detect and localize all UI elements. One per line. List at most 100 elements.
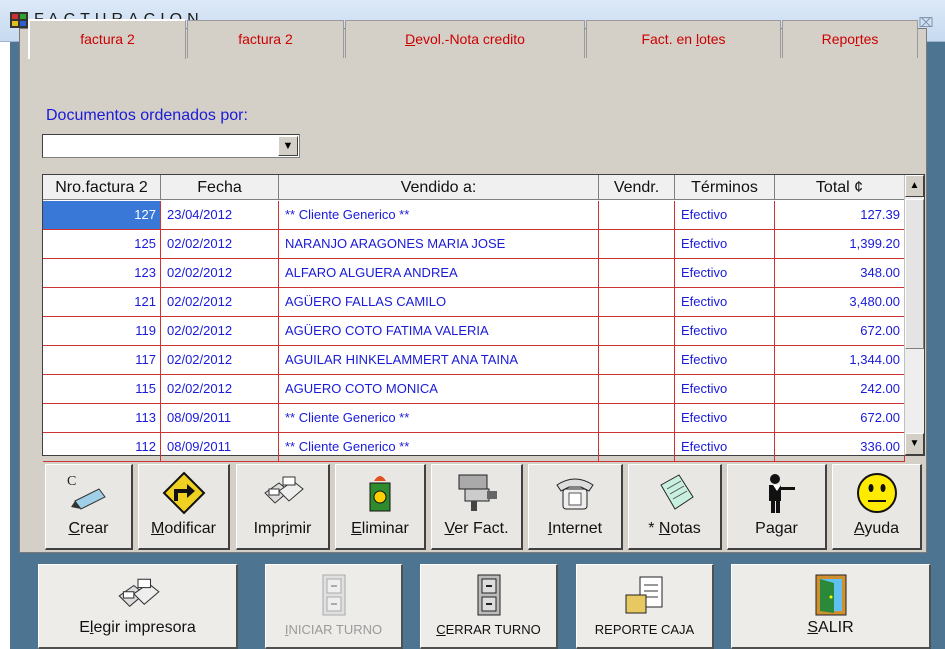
cell-vendr[interactable]: [599, 230, 675, 258]
column-header-terminos[interactable]: Términos: [675, 175, 775, 200]
cell-vendr[interactable]: [599, 346, 675, 374]
cell-nro[interactable]: 115: [43, 375, 161, 403]
cell-vendr[interactable]: [599, 317, 675, 345]
cell-total[interactable]: 127.39: [775, 201, 905, 229]
cell-total[interactable]: 336.00: [775, 433, 905, 461]
cell-nro[interactable]: 127: [43, 201, 161, 229]
cell-terminos[interactable]: Efectivo: [675, 346, 775, 374]
cell-vendido[interactable]: NARANJO ARAGONES MARIA JOSE: [279, 230, 599, 258]
table-row[interactable]: 125 02/02/2012 NARANJO ARAGONES MARIA JOSE…: [43, 230, 905, 259]
toolbar-button-modificar[interactable]: Modificar: [138, 464, 230, 550]
tab-reportes[interactable]: Reportes: [782, 20, 918, 58]
table-row[interactable]: 112 08/09/2011 ** Cliente Generico ** Efect…: [43, 433, 905, 462]
cell-fecha[interactable]: 02/02/2012: [161, 259, 279, 287]
cell-vendido[interactable]: ALFARO ALGUERA ANDREA: [279, 259, 599, 287]
toolbar-button-crear[interactable]: C Crear: [45, 464, 133, 550]
cell-total[interactable]: 348.00: [775, 259, 905, 287]
cell-terminos[interactable]: Efectivo: [675, 317, 775, 345]
cell-vendr[interactable]: [599, 404, 675, 432]
cell-terminos[interactable]: Efectivo: [675, 201, 775, 229]
table-scrollbar[interactable]: ▲ ▼: [904, 175, 924, 455]
cell-vendr[interactable]: [599, 288, 675, 316]
tab-factura-2[interactable]: factura 2: [28, 19, 186, 59]
bottom-button-salir[interactable]: SALIR: [731, 564, 931, 649]
column-header-fecha[interactable]: Fecha: [161, 175, 279, 200]
cell-nro[interactable]: 123: [43, 259, 161, 287]
table-row[interactable]: 127 23/04/2012 ** Cliente Generico ** Efect…: [43, 201, 905, 230]
tab-label-mnemonic: D: [405, 31, 416, 47]
camera-icon: [453, 471, 501, 515]
cell-vendr[interactable]: [599, 375, 675, 403]
cell-vendr[interactable]: [599, 259, 675, 287]
cell-terminos[interactable]: Efectivo: [675, 230, 775, 258]
sort-select[interactable]: ▼: [42, 134, 300, 158]
toolbar-button-notas[interactable]: * Notas: [628, 464, 722, 550]
cell-fecha[interactable]: 02/02/2012: [161, 288, 279, 316]
cell-vendr[interactable]: [599, 201, 675, 229]
cell-nro[interactable]: 121: [43, 288, 161, 316]
tab-fact-en-lotes[interactable]: Fact. en lotes: [586, 20, 781, 58]
table-row[interactable]: 117 02/02/2012 AGUILAR HINKELAMMERT ANA TA…: [43, 346, 905, 375]
cell-terminos[interactable]: Efectivo: [675, 433, 775, 461]
column-header-vendr[interactable]: Vendr.: [599, 175, 675, 200]
table-row[interactable]: 121 02/02/2012 AGÜERO FALLAS CAMILO Efectiv…: [43, 288, 905, 317]
cell-vendido[interactable]: AGUERO COTO MONICA: [279, 375, 599, 403]
cell-nro[interactable]: 113: [43, 404, 161, 432]
cell-terminos[interactable]: Efectivo: [675, 375, 775, 403]
cell-fecha[interactable]: 02/02/2012: [161, 230, 279, 258]
cell-nro[interactable]: 112: [43, 433, 161, 461]
table-row[interactable]: 115 02/02/2012 AGUERO COTO MONICA Efectivo 2…: [43, 375, 905, 404]
cell-fecha[interactable]: 02/02/2012: [161, 346, 279, 374]
button-label: * Notas: [648, 520, 701, 537]
bottom-button-cerrarturno[interactable]: CERRAR TURNO: [420, 564, 558, 649]
cell-total[interactable]: 1,344.00: [775, 346, 905, 374]
cell-fecha[interactable]: 08/09/2011: [161, 433, 279, 461]
cell-vendido[interactable]: AGUILAR HINKELAMMERT ANA TAINA: [279, 346, 599, 374]
cell-vendido[interactable]: AGÜERO COTO FATIMA VALERIA: [279, 317, 599, 345]
scroll-down-icon[interactable]: ▼: [905, 433, 924, 455]
cell-vendido[interactable]: AGÜERO FALLAS CAMILO: [279, 288, 599, 316]
toolbar-button-eliminar[interactable]: Eliminar: [335, 464, 426, 550]
invoice-table[interactable]: Nro.factura 2 Fecha Vendido a: Vendr. Té…: [42, 174, 925, 462]
cell-vendido[interactable]: ** Cliente Generico **: [279, 404, 599, 432]
cell-vendido[interactable]: ** Cliente Generico **: [279, 433, 599, 461]
cell-total[interactable]: 3,480.00: [775, 288, 905, 316]
column-header-total[interactable]: Total ¢: [775, 175, 905, 200]
cell-fecha[interactable]: 08/09/2011: [161, 404, 279, 432]
printer-icon: [113, 573, 163, 617]
column-header-nro[interactable]: Nro.factura 2: [43, 175, 161, 200]
cell-fecha[interactable]: 02/02/2012: [161, 317, 279, 345]
column-header-vendido[interactable]: Vendido a:: [279, 175, 599, 200]
toolbar-button-verfact[interactable]: Ver Fact.: [431, 464, 523, 550]
scroll-thumb[interactable]: [905, 199, 924, 349]
cell-fecha[interactable]: 02/02/2012: [161, 375, 279, 403]
cell-total[interactable]: 242.00: [775, 375, 905, 403]
cell-nro[interactable]: 117: [43, 346, 161, 374]
cell-vendr[interactable]: [599, 433, 675, 461]
cell-terminos[interactable]: Efectivo: [675, 288, 775, 316]
button-label: Imprimir: [253, 520, 312, 537]
scroll-up-icon[interactable]: ▲: [905, 175, 924, 197]
cell-terminos[interactable]: Efectivo: [675, 259, 775, 287]
toolbar-button-pagar[interactable]: Pagar: [727, 464, 827, 550]
cell-total[interactable]: 672.00: [775, 317, 905, 345]
tab-devol-nota-credito[interactable]: Devol.-Nota credito: [345, 20, 585, 58]
table-row[interactable]: 119 02/02/2012 AGÜERO COTO FATIMA VALERIA E…: [43, 317, 905, 346]
table-row[interactable]: 113 08/09/2011 ** Cliente Generico ** Efect…: [43, 404, 905, 433]
table-row[interactable]: 123 02/02/2012 ALFARO ALGUERA ANDREA Efecti…: [43, 259, 905, 288]
bottom-button-reportecaja[interactable]: REPORTE CAJA: [576, 564, 714, 649]
tab-factura-2-b[interactable]: factura 2: [187, 20, 344, 58]
toolbar-button-ayuda[interactable]: Ayuda: [832, 464, 922, 550]
bottom-button-iniciarturno[interactable]: INICIAR TURNO: [265, 564, 403, 649]
cell-fecha[interactable]: 23/04/2012: [161, 201, 279, 229]
chevron-down-icon[interactable]: ▼: [278, 136, 298, 156]
cell-total[interactable]: 1,399.20: [775, 230, 905, 258]
bottom-button-elegirimpresora[interactable]: Elegir impresora: [38, 564, 238, 649]
cell-total[interactable]: 672.00: [775, 404, 905, 432]
toolbar-button-imprimir[interactable]: Imprimir: [236, 464, 330, 550]
cell-terminos[interactable]: Efectivo: [675, 404, 775, 432]
cell-nro[interactable]: 119: [43, 317, 161, 345]
cell-nro[interactable]: 125: [43, 230, 161, 258]
cell-vendido[interactable]: ** Cliente Generico **: [279, 201, 599, 229]
toolbar-button-internet[interactable]: Internet: [528, 464, 623, 550]
